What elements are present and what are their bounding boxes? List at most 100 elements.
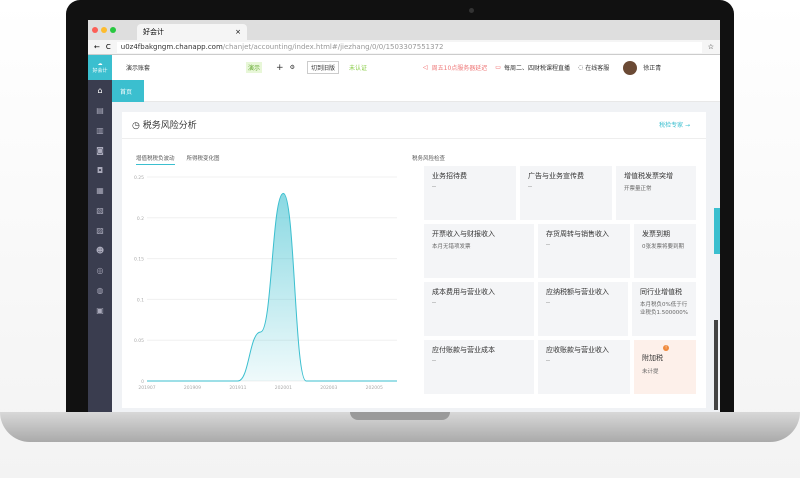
series-area [147, 193, 397, 381]
notice-link[interactable]: 周五10点服务器延迟 [432, 63, 488, 72]
x-tick-label: 201909 [184, 385, 201, 391]
risk-cell-title: 应纳税额与营业收入 [546, 288, 609, 296]
browser-tabbar: 好会计 × [88, 20, 720, 40]
account-name[interactable]: 演示账套 [126, 63, 150, 72]
risk-cell[interactable]: 开票收入与财报收入 本月无错项发票 [424, 224, 534, 278]
y-tick-label: 0.1 [137, 297, 144, 303]
risk-cell-sub: 未计提 [642, 369, 659, 375]
risk-cell-sub: -- [432, 358, 436, 364]
feedback-tab[interactable] [714, 208, 720, 254]
setting-icon[interactable]: ◍ [97, 280, 104, 300]
tab-home[interactable]: 首页 [112, 80, 144, 102]
tax-expert-link[interactable]: 税检专家 → [659, 120, 690, 129]
y-tick-label: 0.25 [134, 175, 144, 181]
risk-cell[interactable]: 同行业增值税 本月税负0%低于行业税负1.500000% [632, 282, 696, 336]
risk-cell[interactable]: 应纳税额与营业收入 -- [538, 282, 628, 336]
y-tick-label: 0.15 [134, 257, 144, 263]
url-host: u0z4fbakgngm.chanapp.com [120, 43, 223, 51]
asset-icon[interactable]: ▧ [96, 200, 104, 220]
laptop-notch [350, 412, 450, 420]
risk-cell-title: 业务招待费 [432, 172, 467, 180]
bookmark-star-icon[interactable]: ☆ [708, 43, 714, 51]
risk-cell-sub: -- [546, 300, 550, 306]
report-icon[interactable]: ▥ [96, 120, 104, 140]
risk-cell-title: 开票收入与财报收入 [432, 230, 495, 238]
vat-burden-chart: 0 0.05 0.1 0.15 0.2 0.25 201907 201909 201911 202… [134, 175, 398, 391]
risk-cell-sub: -- [546, 242, 550, 248]
cash-icon[interactable]: ◎ [97, 260, 104, 280]
account-badge: 演示 [246, 62, 263, 73]
live-link[interactable]: 每周二、四财税课程直播 [504, 63, 570, 72]
risk-cell-title: 成本费用与营业收入 [432, 288, 495, 296]
reload-icon[interactable]: C [106, 43, 111, 51]
url-path: /chanjet/accounting/index.html#/jiezhang… [222, 43, 444, 51]
risk-cell[interactable]: 业务招待费 -- [424, 166, 516, 220]
risk-cell[interactable]: 成本费用与营业收入 -- [424, 282, 534, 336]
risk-cell-sub: 本月无错项发票 [432, 244, 471, 250]
risk-cell[interactable]: 存货周转与销售收入 -- [538, 224, 630, 278]
app-logo[interactable]: ☁ 好会计 [88, 55, 112, 80]
risk-cell[interactable]: 广告与业务宣传费 -- [520, 166, 612, 220]
risk-cell-sub: -- [546, 358, 550, 364]
x-tick-label: 201907 [138, 385, 155, 391]
y-tick-label: 0.2 [137, 216, 144, 222]
avatar[interactable] [623, 60, 638, 75]
risk-cell-sub: -- [432, 300, 436, 306]
risk-cell-title: 存货周转与销售收入 [546, 230, 609, 238]
y-tick-label: 0.05 [134, 338, 144, 344]
tax-icon[interactable]: ◙ [96, 140, 104, 160]
close-window-icon[interactable] [92, 27, 98, 33]
x-tick-label: 201911 [229, 385, 246, 391]
live-icon: ▭ [495, 64, 501, 71]
camera [469, 8, 474, 13]
tab-title: 好会计 [143, 28, 164, 36]
app-header: ☁ 好会计 演示账套 演示 + ⚙ 切到旧版 未认证 ◁ 周五10点服务器延迟 ▭… [88, 55, 720, 80]
x-tick-label: 202005 [366, 385, 383, 391]
minimize-window-icon[interactable] [101, 27, 107, 33]
risk-cell-title: 同行业增值税 [640, 288, 682, 296]
browser-tab[interactable]: 好会计 × [137, 24, 247, 40]
user-icon[interactable]: ☻ [96, 240, 104, 260]
risk-cell[interactable]: 应收账款与营业收入 -- [538, 340, 630, 394]
risk-cell-title: 应付账款与营业成本 [432, 346, 495, 354]
add-icon[interactable]: + [276, 63, 284, 73]
service-link[interactable]: 在线客服 [585, 63, 609, 72]
ledger-icon[interactable]: ▦ [96, 180, 104, 200]
user-name[interactable]: 徐正青 [643, 63, 661, 72]
switch-version-button[interactable]: 切到旧版 [306, 61, 339, 74]
warning-icon: ! [663, 345, 669, 351]
salary-icon[interactable]: ▨ [96, 220, 104, 240]
risk-cell-title: 应收账款与营业收入 [546, 346, 609, 354]
risk-cell[interactable]: 附加税! 未计提 [634, 340, 696, 394]
risk-cell[interactable]: 发票到期 0张发票将要到期 [634, 224, 696, 278]
risk-cell-sub: -- [528, 184, 532, 190]
home-icon[interactable]: ⌂ [97, 80, 102, 100]
close-tab-icon[interactable]: × [235, 28, 241, 36]
risk-cell-sub: -- [432, 184, 436, 190]
maximize-window-icon[interactable] [110, 27, 116, 33]
cert-status[interactable]: 未认证 [349, 63, 367, 72]
risk-cell-sub: 开票量正常 [624, 186, 652, 192]
risk-cell[interactable]: 应付账款与营业成本 -- [424, 340, 534, 394]
x-tick-label: 202001 [275, 385, 292, 391]
address-bar-row: ← C u0z4fbakgngm.chanapp.com/chanjet/acco… [88, 40, 720, 55]
risk-cell-title: 附加税 [642, 354, 663, 362]
archive-icon[interactable]: ▣ [96, 300, 104, 320]
risk-cell-title: 广告与业务宣传费 [528, 172, 584, 180]
screen: 好会计 × ← C u0z4fbakgngm.chanapp.com/chanjet… [88, 20, 720, 412]
speaker-icon: ◁ [423, 64, 428, 71]
risk-check-title: 税务风险检查 [412, 156, 446, 162]
page-tabs: 首页 [112, 80, 720, 102]
x-tick-label: 202003 [320, 385, 337, 391]
url-field[interactable]: u0z4fbakgngm.chanapp.com/chanjet/account… [116, 41, 702, 53]
risk-cell[interactable]: 增值税发票突增 开票量正常 [616, 166, 696, 220]
back-icon[interactable]: ← [94, 43, 100, 51]
risk-cell-sub: 0张发票将要到期 [642, 244, 684, 250]
invoice-icon[interactable]: ◘ [97, 160, 103, 180]
risk-cell-title: 发票到期 [642, 230, 670, 238]
scrollbar[interactable] [714, 320, 718, 410]
voucher-icon[interactable]: ▤ [96, 100, 104, 120]
headset-icon: ◌ [577, 64, 584, 71]
settings-icon[interactable]: ⚙ [290, 64, 295, 71]
risk-cell-title: 增值税发票突增 [624, 172, 673, 180]
